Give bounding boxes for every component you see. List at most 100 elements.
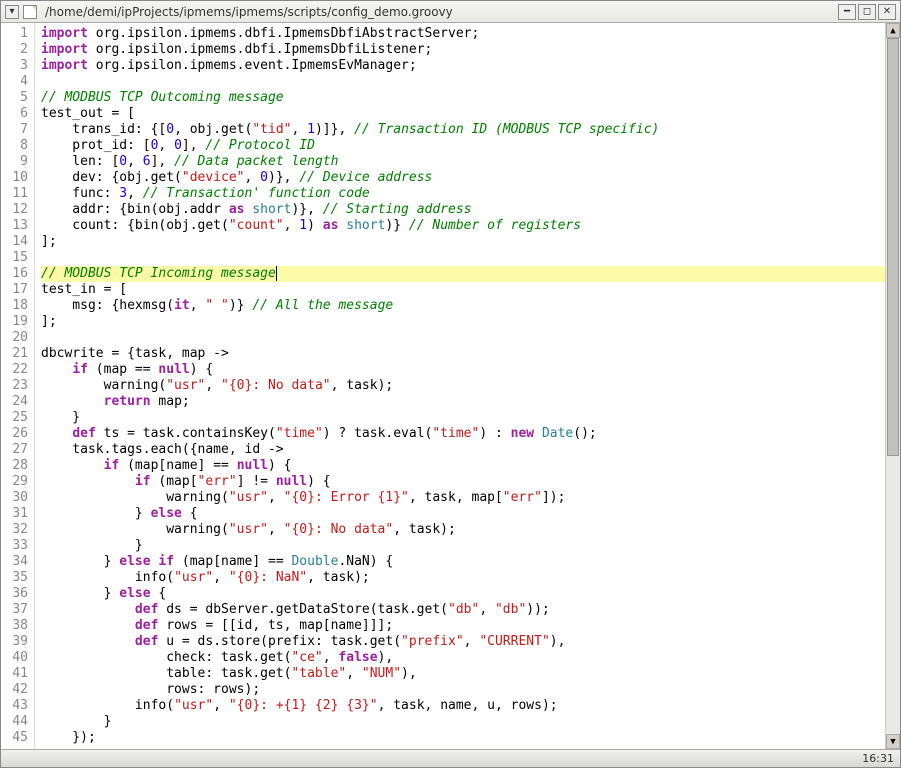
line-number: 15 (1, 250, 28, 266)
line-number-gutter: 1234567891011121314151617181920212223242… (1, 23, 35, 749)
code-line[interactable] (41, 250, 885, 266)
line-number: 12 (1, 202, 28, 218)
line-number: 22 (1, 362, 28, 378)
code-line[interactable]: } else { (41, 586, 885, 602)
code-line[interactable]: } else if (map[name] == Double.NaN) { (41, 554, 885, 570)
code-line[interactable]: ]; (41, 234, 885, 250)
titlebar-left: ▾ /home/demi/ipProjects/ipmems/ipmems/sc… (5, 5, 453, 19)
scroll-up-icon[interactable]: ▲ (886, 23, 900, 38)
code-line[interactable]: if (map == null) { (41, 362, 885, 378)
code-line[interactable]: // MODBUS TCP Outcoming message (41, 90, 885, 106)
code-line[interactable]: import org.ipsilon.ipmems.event.IpmemsEv… (41, 58, 885, 74)
code-line[interactable]: msg: {hexmsg(it, " ")} // All the messag… (41, 298, 885, 314)
code-line[interactable]: } (41, 538, 885, 554)
code-line[interactable]: // MODBUS TCP Incoming message (41, 266, 885, 282)
line-number: 19 (1, 314, 28, 330)
code-line[interactable]: warning("usr", "{0}: No data", task); (41, 378, 885, 394)
code-editor[interactable]: 1234567891011121314151617181920212223242… (1, 23, 900, 749)
code-line[interactable]: def rows = [[id, ts, map[name]]]; (41, 618, 885, 634)
line-number: 32 (1, 522, 28, 538)
line-number: 13 (1, 218, 28, 234)
code-line[interactable]: func: 3, // Transaction' function code (41, 186, 885, 202)
line-number: 35 (1, 570, 28, 586)
app-menu-icon[interactable]: ▾ (5, 5, 19, 19)
line-number: 7 (1, 122, 28, 138)
line-number: 6 (1, 106, 28, 122)
line-number: 17 (1, 282, 28, 298)
code-line[interactable]: warning("usr", "{0}: Error {1}", task, m… (41, 490, 885, 506)
line-number: 40 (1, 650, 28, 666)
code-line[interactable] (41, 74, 885, 90)
statusbar: 16:31 (1, 749, 900, 767)
window-controls: ━ ◻ ✕ (838, 4, 896, 20)
code-line[interactable] (41, 330, 885, 346)
line-number: 2 (1, 42, 28, 58)
line-number: 16 (1, 266, 28, 282)
code-line[interactable]: info("usr", "{0}: NaN", task); (41, 570, 885, 586)
code-line[interactable]: test_in = [ (41, 282, 885, 298)
maximize-button[interactable]: ◻ (858, 4, 876, 20)
line-number: 8 (1, 138, 28, 154)
line-number: 9 (1, 154, 28, 170)
code-line[interactable]: ]; (41, 314, 885, 330)
code-line[interactable]: len: [0, 6], // Data packet length (41, 154, 885, 170)
scroll-track[interactable] (886, 38, 900, 734)
code-line[interactable]: def u = ds.store(prefix: task.get("prefi… (41, 634, 885, 650)
window-title: /home/demi/ipProjects/ipmems/ipmems/scri… (45, 5, 453, 19)
code-line[interactable]: count: {bin(obj.get("count", 1) as short… (41, 218, 885, 234)
code-line[interactable]: if (map[name] == null) { (41, 458, 885, 474)
line-number: 21 (1, 346, 28, 362)
line-number: 42 (1, 682, 28, 698)
line-number: 10 (1, 170, 28, 186)
code-line[interactable]: table: task.get("table", "NUM"), (41, 666, 885, 682)
code-line[interactable]: prot_id: [0, 0], // Protocol ID (41, 138, 885, 154)
line-number: 24 (1, 394, 28, 410)
line-number: 34 (1, 554, 28, 570)
code-line[interactable]: test_out = [ (41, 106, 885, 122)
code-line[interactable]: } (41, 714, 885, 730)
line-number: 11 (1, 186, 28, 202)
code-line[interactable]: return map; (41, 394, 885, 410)
line-number: 36 (1, 586, 28, 602)
line-number: 38 (1, 618, 28, 634)
line-number: 3 (1, 58, 28, 74)
line-number: 39 (1, 634, 28, 650)
code-line[interactable]: def ts = task.containsKey("time") ? task… (41, 426, 885, 442)
code-line[interactable]: } (41, 410, 885, 426)
editor-window: ▾ /home/demi/ipProjects/ipmems/ipmems/sc… (0, 0, 901, 768)
close-button[interactable]: ✕ (878, 4, 896, 20)
line-number: 5 (1, 90, 28, 106)
line-number: 29 (1, 474, 28, 490)
code-line[interactable]: info("usr", "{0}: +{1} {2} {3}", task, n… (41, 698, 885, 714)
code-line[interactable]: import org.ipsilon.ipmems.dbfi.IpmemsDbf… (41, 26, 885, 42)
line-number: 23 (1, 378, 28, 394)
line-number: 20 (1, 330, 28, 346)
code-line[interactable]: } else { (41, 506, 885, 522)
line-number: 26 (1, 426, 28, 442)
minimize-button[interactable]: ━ (838, 4, 856, 20)
code-line[interactable]: }); (41, 730, 885, 746)
vertical-scrollbar[interactable]: ▲ ▼ (885, 23, 900, 749)
code-line[interactable]: rows: rows); (41, 682, 885, 698)
line-number: 28 (1, 458, 28, 474)
code-line[interactable]: if (map["err"] != null) { (41, 474, 885, 490)
code-area[interactable]: import org.ipsilon.ipmems.dbfi.IpmemsDbf… (35, 23, 885, 749)
line-number: 41 (1, 666, 28, 682)
line-number: 43 (1, 698, 28, 714)
titlebar[interactable]: ▾ /home/demi/ipProjects/ipmems/ipmems/sc… (1, 1, 900, 23)
code-line[interactable]: import org.ipsilon.ipmems.dbfi.IpmemsDbf… (41, 42, 885, 58)
code-line[interactable]: check: task.get("ce", false), (41, 650, 885, 666)
scroll-down-icon[interactable]: ▼ (886, 734, 900, 749)
code-line[interactable]: warning("usr", "{0}: No data", task); (41, 522, 885, 538)
line-number: 27 (1, 442, 28, 458)
code-line[interactable]: dbcwrite = {task, map -> (41, 346, 885, 362)
scroll-thumb[interactable] (887, 38, 899, 456)
code-line[interactable]: trans_id: {[0, obj.get("tid", 1)]}, // T… (41, 122, 885, 138)
code-line[interactable]: addr: {bin(obj.addr as short)}, // Start… (41, 202, 885, 218)
code-line[interactable]: dev: {obj.get("device", 0)}, // Device a… (41, 170, 885, 186)
line-number: 33 (1, 538, 28, 554)
code-line[interactable]: def ds = dbServer.getDataStore(task.get(… (41, 602, 885, 618)
line-number: 25 (1, 410, 28, 426)
code-line[interactable]: task.tags.each({name, id -> (41, 442, 885, 458)
line-number: 4 (1, 74, 28, 90)
